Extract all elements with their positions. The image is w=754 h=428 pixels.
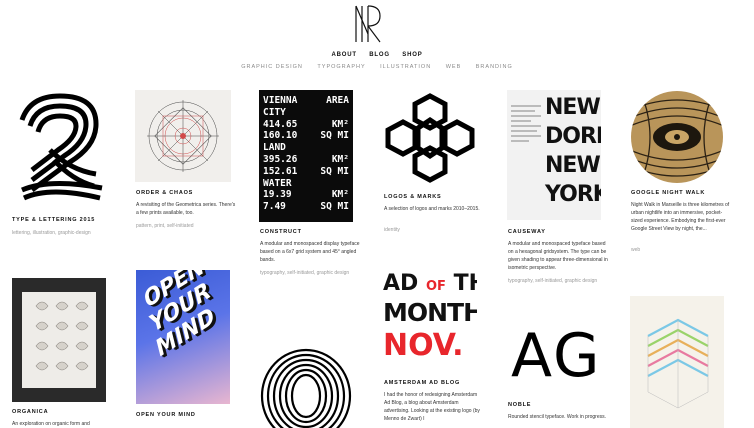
construct-line-value: 414.65 (263, 118, 298, 130)
construct-line-value: 19.39 (263, 189, 292, 201)
construct-line: VIENNA AREA (263, 95, 349, 107)
project-thumbnail[interactable] (630, 296, 724, 428)
project-title[interactable]: LOGOS & MARKS (384, 194, 441, 200)
construct-line: 19.39 KM² (263, 189, 349, 201)
project-thumbnail[interactable] (10, 90, 106, 210)
project-thumbnail[interactable]: VIENNA AREA CITY 414.65 KM² 160.10 SQ MI LAND 39… (259, 90, 353, 222)
category-typography-link[interactable]: TYPOGRAPHY (317, 64, 365, 70)
project-tags: typography, self-initiated, graphic desi… (508, 278, 598, 284)
construct-line-value: WATER (263, 177, 292, 189)
construct-poster-text: VIENNA AREA CITY 414.65 KM² 160.10 SQ MI LAND 39… (263, 95, 349, 213)
project-tags: lettering, illustration, graphic-design (12, 230, 91, 236)
noble-poster-text: AG (511, 322, 601, 391)
causeway-poster-fineprint (511, 102, 541, 145)
construct-line-unit: KM² (331, 118, 349, 130)
project-tags: identity (384, 227, 400, 233)
construct-line-value: 152.61 (263, 165, 298, 177)
category-graphic-design-link[interactable]: GRAPHIC DESIGN (241, 64, 303, 70)
category-illustration-link[interactable]: ILLUSTRATION (380, 64, 431, 70)
project-thumbnail[interactable]: AD OF THE MONTH NOV. (383, 272, 477, 372)
nav-blog-link[interactable]: BLOG (369, 52, 390, 58)
construct-line-value: 395.26 (263, 153, 298, 165)
project-description: A selection of logos and marks 2010–2015… (384, 206, 480, 212)
project-thumbnail[interactable] (12, 278, 106, 402)
project-title[interactable]: OPEN YOUR MIND (136, 412, 196, 418)
construct-line-unit: SQ MI (320, 130, 349, 142)
construct-line: 414.65 KM² (263, 119, 349, 131)
construct-line: 7.49 SQ MI (263, 201, 349, 213)
category-web-link[interactable]: WEB (446, 64, 462, 70)
construct-line-unit: SQ MI (320, 201, 349, 213)
project-description: Rounded stencil typeface. Work in progre… (508, 414, 607, 420)
project-description: A modular and monospaced typeface based … (508, 241, 608, 271)
project-thumbnail[interactable] (135, 90, 231, 182)
construct-line-unit: SQ MI (320, 165, 349, 177)
category-branding-link[interactable]: BRANDING (476, 64, 513, 70)
project-title[interactable]: NOBLE (508, 402, 531, 408)
construct-line-unit: AREA (326, 95, 349, 106)
admonth-poster-text: AD OF THE MONTH NOV. (383, 272, 477, 363)
project-title[interactable]: AMSTERDAM AD BLOG (384, 380, 460, 386)
construct-line-value: LAND (263, 142, 286, 154)
nav-about-link[interactable]: ABOUT (331, 52, 356, 58)
project-title[interactable]: ORDER & CHAOS (136, 190, 193, 196)
construct-line: 160.10 SQ MI (263, 130, 349, 142)
project-title[interactable]: GOOGLE NIGHT WALK (631, 190, 705, 196)
construct-line-value: 160.10 (263, 130, 298, 142)
construct-line: 152.61 SQ MI (263, 166, 349, 178)
project-description: A revisiting of the Geometrica series. T… (136, 202, 236, 216)
construct-line-value: 7.49 (263, 201, 286, 213)
construct-line-value: VIENNA (263, 95, 298, 106)
project-tags: typography, self-initiated, graphic desi… (260, 270, 350, 276)
project-description: I had the honor of redesigning Amsterdam… (384, 392, 480, 422)
construct-line: LAND (263, 142, 349, 154)
project-thumbnail[interactable]: NEW DORP NEW YORK (507, 90, 601, 220)
project-description: Night Walk in Marseille is three kilomet… (631, 202, 730, 232)
primary-nav: ABOUT BLOG SHOP (0, 52, 754, 58)
project-title[interactable]: CAUSEWAY (508, 229, 546, 235)
project-thumbnail[interactable]: OPEN YOUR MIND (136, 270, 230, 404)
project-tags: pattern, print, self-initiated (136, 223, 194, 229)
project-title[interactable]: TYPE & LETTERING 2015 (12, 217, 95, 223)
construct-line-unit: KM² (331, 153, 349, 165)
project-title[interactable]: ORGANICA (12, 409, 48, 415)
project-thumbnail[interactable]: AG (507, 322, 601, 398)
open-mind-poster-text: OPEN YOUR MIND (141, 270, 217, 364)
project-tags: web (631, 247, 641, 253)
project-thumbnail[interactable] (630, 90, 724, 184)
construct-line-value: CITY (263, 106, 286, 118)
project-description: An exploration on organic form and (12, 421, 90, 427)
nav-shop-link[interactable]: SHOP (402, 52, 422, 58)
construct-line-unit: KM² (331, 189, 349, 201)
construct-line: WATER (263, 178, 349, 190)
project-title[interactable]: CONSTRUCT (260, 229, 302, 235)
project-thumbnail[interactable] (259, 336, 353, 428)
project-thumbnail[interactable] (383, 90, 477, 185)
project-description: A modular and monospaced display typefac… (260, 241, 360, 263)
site-logo[interactable] (354, 4, 382, 44)
construct-line: CITY (263, 107, 349, 119)
construct-line: 395.26 KM² (263, 154, 349, 166)
causeway-poster-text: NEW DORP NEW YORK (545, 95, 601, 207)
category-nav: GRAPHIC DESIGN TYPOGRAPHY ILLUSTRATION W… (0, 64, 754, 70)
